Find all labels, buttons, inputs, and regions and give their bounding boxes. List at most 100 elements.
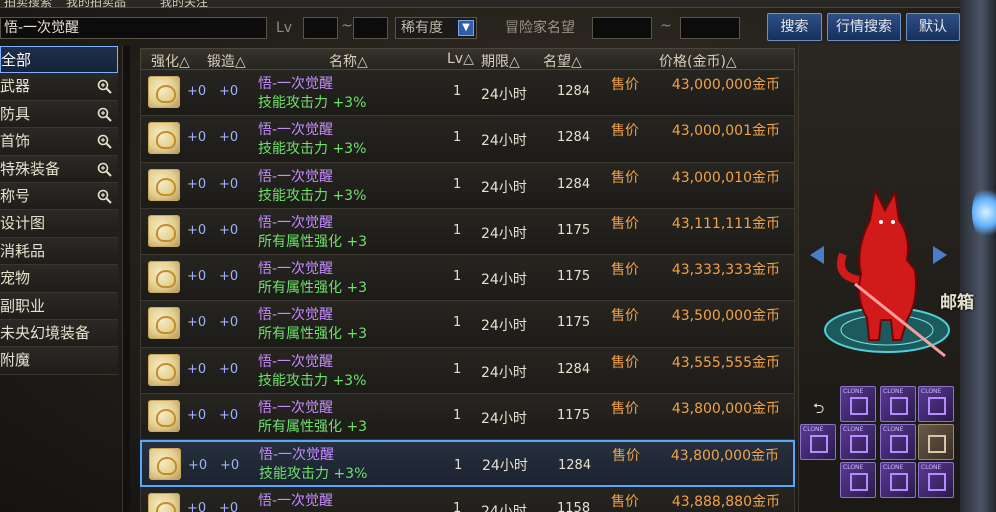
slot-avatar-2[interactable]: CLONE — [880, 386, 916, 422]
tab-my-items[interactable]: 我的拍卖品 — [66, 0, 126, 10]
table-row[interactable]: +0 +0 悟-一次觉醒 所有属性强化 +3 1 24小时 1175 售价 43,500,000… — [140, 301, 795, 348]
table-row[interactable]: +0 +0 悟-一次觉醒 技能攻击力 +3% 1 24小时 1284 售价 43,000,010… — [140, 162, 795, 209]
item-name[interactable]: 悟-一次觉醒 — [258, 212, 333, 232]
lv-max-input[interactable] — [353, 17, 388, 39]
item-attribute: 所有属性强化 +3 — [258, 326, 368, 343]
item-reputation: 1175 — [557, 222, 591, 238]
default-button[interactable]: 默认 — [906, 13, 960, 41]
header-lv[interactable]: Lv△ — [447, 51, 474, 67]
zoom-in-icon[interactable] — [97, 162, 112, 177]
item-name[interactable]: 悟-一次觉醒 — [259, 445, 334, 465]
enhance-value: +0 — [187, 130, 207, 146]
market-search-button[interactable]: 行情搜索 — [827, 13, 901, 41]
zoom-in-icon[interactable] — [97, 107, 112, 122]
reputation-min-input[interactable] — [592, 17, 652, 39]
header-price[interactable]: 价格(金币)△ — [659, 51, 737, 71]
lv-min-input[interactable] — [303, 17, 338, 39]
sell-label: 售价 — [611, 169, 639, 186]
zoom-in-icon[interactable] — [97, 134, 112, 149]
table-row[interactable]: +0 +0 悟-一次觉醒 技能攻击力 +3% 1 24小时 1284 售价 43,800,000… — [140, 440, 795, 487]
rarity-select[interactable]: 稀有度 ▼ — [395, 17, 477, 39]
category-item[interactable]: 称号 — [0, 182, 118, 211]
zoom-in-icon[interactable] — [97, 189, 112, 204]
item-name[interactable]: 悟-一次觉醒 — [258, 351, 333, 371]
item-name[interactable]: 悟-一次觉醒 — [258, 73, 333, 93]
item-lv: 1 — [453, 361, 462, 377]
sell-label: 售价 — [611, 262, 639, 279]
item-name-input[interactable]: 悟-一次觉醒 — [0, 17, 267, 39]
table-row[interactable]: +0 +0 悟-一次觉醒 技能攻击力 +3% 1 24小时 1284 售价 43,555,555… — [140, 347, 795, 395]
table-row[interactable]: +0 +0 悟-一次觉醒 技能攻击力 +3% 1 24小时 1284 售价 43,000,001… — [140, 116, 795, 163]
slot-avatar-7[interactable] — [918, 424, 954, 460]
sell-label: 售价 — [611, 308, 639, 325]
sell-label: 售价 — [611, 123, 639, 140]
item-attribute: 技能攻击力 +3% — [258, 372, 367, 389]
slot-avatar-1[interactable]: CLONE — [840, 386, 876, 422]
table-row[interactable]: +0 +0 悟-一次觉醒 所有属性强化 +3 1 24小时 1175 售价 43,800,000… — [140, 394, 795, 441]
header-reputation[interactable]: 名望△ — [543, 51, 582, 71]
category-item[interactable]: 首饰 — [0, 128, 118, 156]
table-row[interactable]: +0 +0 悟-一次觉醒 技能攻击力 +3% 1 24小时 1284 售价 43,000,000… — [140, 70, 795, 117]
category-label: 特殊装备 — [0, 159, 61, 178]
search-button[interactable]: 搜索 — [767, 13, 822, 41]
item-icon — [148, 76, 180, 108]
category-item[interactable]: 宠物 — [0, 265, 118, 293]
item-reputation: 1284 — [557, 361, 591, 377]
category-item[interactable]: 附魔 — [0, 347, 118, 375]
slot-avatar-3[interactable]: CLONE — [918, 386, 954, 422]
slot-avatar-6[interactable]: CLONE — [880, 424, 916, 460]
item-name[interactable]: 悟-一次觉醒 — [258, 397, 333, 417]
category-item[interactable]: 武器 — [0, 73, 118, 101]
zoom-in-icon[interactable] — [97, 79, 112, 95]
slot-avatar-4[interactable]: CLONE — [800, 424, 836, 460]
category-label: 武器 — [0, 77, 31, 96]
category-scrollbar[interactable] — [122, 46, 130, 512]
table-row[interactable]: +0 +0 悟-一次觉醒 所有属性强化 +3 1 24小时 1175 售价 43,333,333… — [140, 255, 795, 302]
table-row[interactable]: +0 +0 悟-一次觉醒 所有属性强化 +3 1 24小时 1175 售价 43,111,111… — [140, 208, 795, 256]
header-enhance[interactable]: 强化△ — [151, 51, 190, 71]
item-price: 43,800,000金币 — [670, 448, 779, 465]
top-tab-strip: 拍卖搜索 我的拍卖品 我的关注 — [0, 0, 996, 10]
item-name[interactable]: 悟-一次觉醒 — [258, 490, 333, 510]
item-price: 43,000,010金币 — [671, 169, 780, 186]
window-edge — [960, 0, 996, 512]
forge-value: +0 — [219, 176, 239, 192]
header-name[interactable]: 名称△ — [329, 51, 368, 71]
reputation-max-input[interactable] — [680, 17, 740, 39]
category-item[interactable]: 特殊装备 — [0, 155, 118, 183]
forge-value: +0 — [219, 315, 239, 331]
enhance-value: +0 — [187, 408, 207, 424]
category-item[interactable]: 设计图 — [0, 210, 118, 238]
slot-avatar-9[interactable]: CLONE — [880, 462, 916, 498]
item-name[interactable]: 悟-一次觉醒 — [258, 258, 333, 278]
item-price: 43,000,000金币 — [671, 77, 780, 93]
item-period: 24小时 — [481, 272, 527, 289]
slot-avatar-10[interactable]: CLONE — [918, 462, 954, 498]
slot-avatar-5[interactable]: CLONE — [840, 424, 876, 460]
category-label: 宠物 — [0, 269, 31, 288]
category-item[interactable]: 防具 — [0, 100, 118, 129]
tab-auction-search[interactable]: 拍卖搜索 — [4, 0, 52, 10]
item-lv: 1 — [453, 269, 462, 285]
slot-avatar-8[interactable]: CLONE — [840, 462, 876, 498]
header-forge[interactable]: 锻造△ — [207, 51, 246, 71]
header-period[interactable]: 期限△ — [481, 51, 520, 71]
item-name[interactable]: 悟-一次觉醒 — [258, 304, 333, 324]
enhance-value: +0 — [188, 458, 208, 474]
item-reputation: 1175 — [557, 315, 591, 331]
item-lv: 1 — [453, 315, 462, 331]
enhance-value: +0 — [187, 269, 207, 285]
item-name[interactable]: 悟-一次觉醒 — [258, 166, 333, 186]
swap-icon[interactable]: ⮌ — [813, 398, 824, 422]
item-name[interactable]: 悟-一次觉醒 — [258, 119, 333, 139]
category-item[interactable]: 副职业 — [0, 292, 118, 320]
category-item[interactable]: 消耗品 — [0, 237, 118, 266]
category-item[interactable]: 全部 — [0, 46, 118, 74]
tab-my-watch[interactable]: 我的关注 — [160, 0, 208, 10]
category-label: 未央幻境装备 — [0, 323, 91, 342]
category-item[interactable]: 未央幻境装备 — [0, 319, 118, 348]
item-reputation: 1284 — [558, 458, 592, 474]
chevron-down-icon[interactable]: ▼ — [458, 20, 474, 36]
item-price: 43,111,111金币 — [671, 215, 780, 232]
table-row[interactable]: +0 +0 悟-一次觉醒 1 24小时 1158 售价 43,888,880金币 — [140, 486, 795, 512]
